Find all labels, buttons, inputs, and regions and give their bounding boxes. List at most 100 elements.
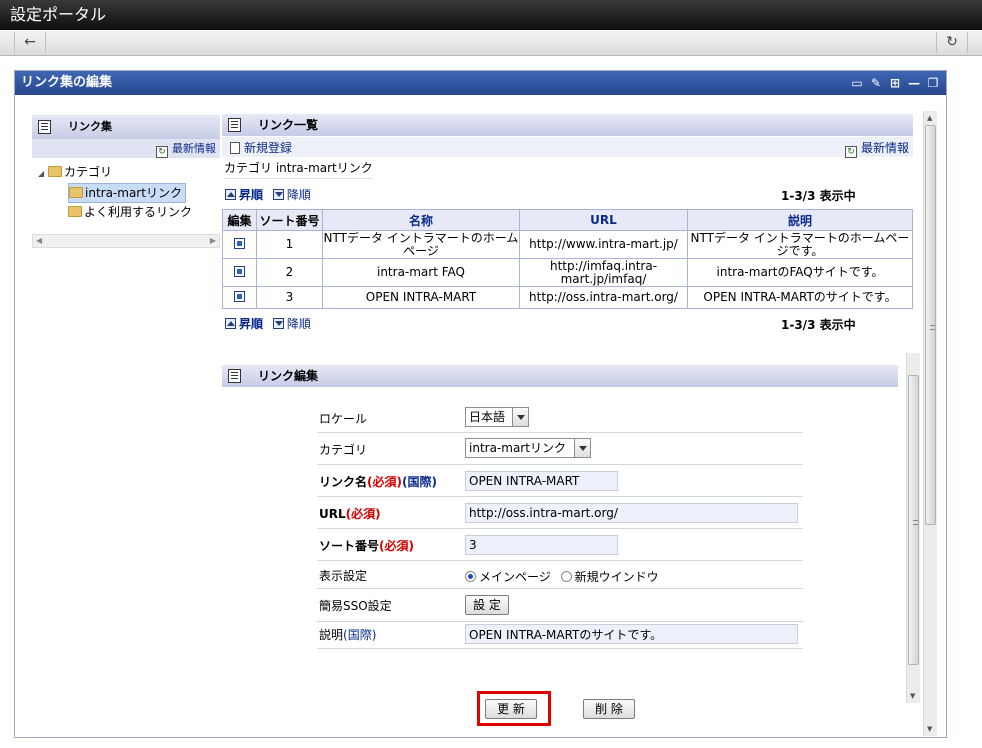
description-input[interactable] (465, 624, 798, 644)
link-list-toolbar: 新規登録 ↻ 最新情報 (222, 137, 913, 158)
sort-desc-icon[interactable] (272, 189, 284, 200)
delete-button[interactable]: 削 除 (583, 699, 635, 719)
sort-asc-icon[interactable] (225, 318, 236, 329)
chevron-down-icon[interactable] (512, 408, 528, 426)
portal-content: リンク集の編集 ▭ ✎ ⊞ — ❐ リンク集 ↻ 最新情報 ◢ カテゴリ int… (0, 56, 982, 748)
description-label: 説明(国際) (319, 626, 376, 643)
portlet-title: リンク集の編集 (21, 75, 113, 90)
tree-refresh-link[interactable]: 最新情報 (172, 142, 216, 155)
portlet-vertical-scrollbar[interactable]: ▲ ▼ (923, 111, 937, 736)
name-cell: intra-mart FAQ (322, 258, 520, 287)
record-count-bottom: 1-3/3 表示中 (781, 318, 856, 332)
category-select[interactable]: intra-martリンク (465, 438, 591, 458)
url-cell: http://oss.intra-mart.org/ (519, 286, 688, 309)
sort-cell: 2 (256, 258, 323, 287)
window-title: 設定ポータル (0, 0, 982, 30)
col-description: 説明 (687, 209, 913, 231)
scroll-down-icon[interactable]: ▼ (927, 725, 932, 733)
radio-main-page-label[interactable]: メインページ (479, 570, 551, 584)
tree-item-intra-mart[interactable]: intra-martリンク (68, 183, 186, 203)
sort-asc-link[interactable]: 昇順 (239, 188, 263, 202)
sort-asc-icon[interactable] (225, 189, 236, 200)
required-mark: (必須) (367, 475, 402, 489)
refresh-icon[interactable]: ↻ (156, 146, 168, 158)
tree-horizontal-scrollbar[interactable]: ◀ ▶ (32, 234, 220, 248)
edit-icon[interactable] (234, 290, 245, 302)
sort-number-row: ソート番号(必須) (317, 529, 803, 561)
scroll-right-icon[interactable]: ▶ (210, 235, 216, 247)
pencil-icon[interactable]: ✎ (869, 76, 883, 90)
scroll-left-icon[interactable]: ◀ (36, 235, 42, 247)
col-url: URL (519, 209, 688, 231)
chevron-down-icon[interactable] (574, 439, 590, 457)
description-cell: NTTデータ イントラマートのホームページです。 (687, 230, 913, 259)
back-button[interactable]: ← (14, 32, 46, 53)
list-refresh-link[interactable]: ↻ 最新情報 (844, 139, 909, 158)
sort-asc-link[interactable]: 昇順 (239, 317, 263, 331)
description-label-text: 説明 (319, 628, 344, 642)
category-label: カテゴリ (319, 443, 368, 457)
description-cell: OPEN INTRA-MARTのサイトです。 (687, 286, 913, 309)
collapse-icon[interactable]: ◢ (38, 169, 44, 178)
table-row: 2 intra-mart FAQ http://imfaq.intra-mart… (222, 258, 913, 287)
description-row: 説明(国際) (317, 622, 803, 649)
link-edit-title: リンク編集 (258, 369, 319, 383)
category-row: カテゴリ intra-martリンク (317, 433, 803, 465)
portlet-scroll-thumb[interactable] (925, 125, 936, 525)
minimize-icon[interactable]: — (907, 76, 921, 90)
update-button[interactable]: 更 新 (485, 699, 537, 719)
edit-icon[interactable] (234, 265, 245, 277)
grip-icon (930, 325, 935, 330)
new-registration-label[interactable]: 新規登録 (244, 141, 292, 155)
tree-item-label: intra-martリンク (85, 186, 182, 200)
edit-cell (222, 286, 257, 309)
new-registration-link[interactable]: 新規登録 (230, 139, 292, 156)
sort-number-label-text: ソート番号 (319, 539, 380, 553)
link-list-title: リンク一覧 (258, 118, 319, 132)
url-row: URL(必須) (317, 497, 803, 529)
international-mark: (国際) (343, 628, 377, 642)
radio-new-window[interactable] (560, 571, 572, 582)
display-setting-label: 表示設定 (319, 569, 368, 583)
record-count-top: 1-3/3 表示中 (781, 189, 856, 203)
settings-icon[interactable]: ⊞ (888, 76, 902, 90)
sort-desc-link[interactable]: 降順 (287, 317, 311, 331)
category-indicator: カテゴリ intra-martリンク (224, 159, 373, 179)
restore-icon[interactable]: ❐ (926, 76, 940, 90)
sort-controls-top: 昇順 降順 (225, 186, 311, 203)
link-name-input[interactable] (465, 471, 618, 491)
locale-label: ロケール (319, 412, 368, 426)
sort-number-input[interactable] (465, 535, 618, 555)
category-value: intra-martリンク (469, 441, 566, 455)
tree-item-label: よく利用するリンク (84, 205, 193, 219)
radio-new-window-label[interactable]: 新規ウインドウ (575, 570, 659, 584)
form-scroll-thumb[interactable] (908, 375, 919, 665)
url-label: URL(必須) (319, 505, 381, 522)
reload-button[interactable]: ↻ (936, 32, 968, 53)
monitor-icon[interactable]: ▭ (850, 76, 864, 90)
tree-header: リンク集 (32, 115, 220, 139)
tree-root[interactable]: ◢ カテゴリ (38, 163, 112, 183)
scroll-up-icon[interactable]: ▲ (927, 114, 932, 122)
list-refresh-label[interactable]: 最新情報 (861, 141, 909, 155)
sort-number-label: ソート番号(必須) (319, 537, 414, 554)
form-vertical-scrollbar[interactable]: ▼ (906, 353, 920, 703)
nav-bar: ← ↻ (0, 30, 982, 56)
locale-select[interactable]: 日本語 (465, 407, 529, 427)
sort-desc-link[interactable]: 降順 (287, 188, 311, 202)
edit-cell (222, 230, 257, 259)
link-name-label: リンク名(必須)(国際) (319, 473, 437, 490)
tree-item-frequent[interactable]: よく利用するリンク (68, 203, 192, 221)
sso-settings-button[interactable]: 設 定 (465, 595, 509, 615)
url-input[interactable] (465, 503, 798, 523)
clipboard-icon (228, 118, 241, 132)
table-header-row: 編集 ソート番号 名称 URL 説明 (222, 209, 913, 231)
edit-icon[interactable] (234, 237, 245, 249)
scroll-down-icon[interactable]: ▼ (910, 692, 915, 700)
radio-main-page[interactable] (465, 571, 476, 582)
link-edit-header: リンク編集 (222, 365, 898, 387)
sort-desc-icon[interactable] (272, 318, 284, 329)
url-cell: http://imfaq.intra-mart.jp/imfaq/ (519, 258, 688, 287)
portlet-controls: ▭ ✎ ⊞ — ❐ (850, 71, 940, 95)
international-mark: (国際) (402, 475, 437, 489)
